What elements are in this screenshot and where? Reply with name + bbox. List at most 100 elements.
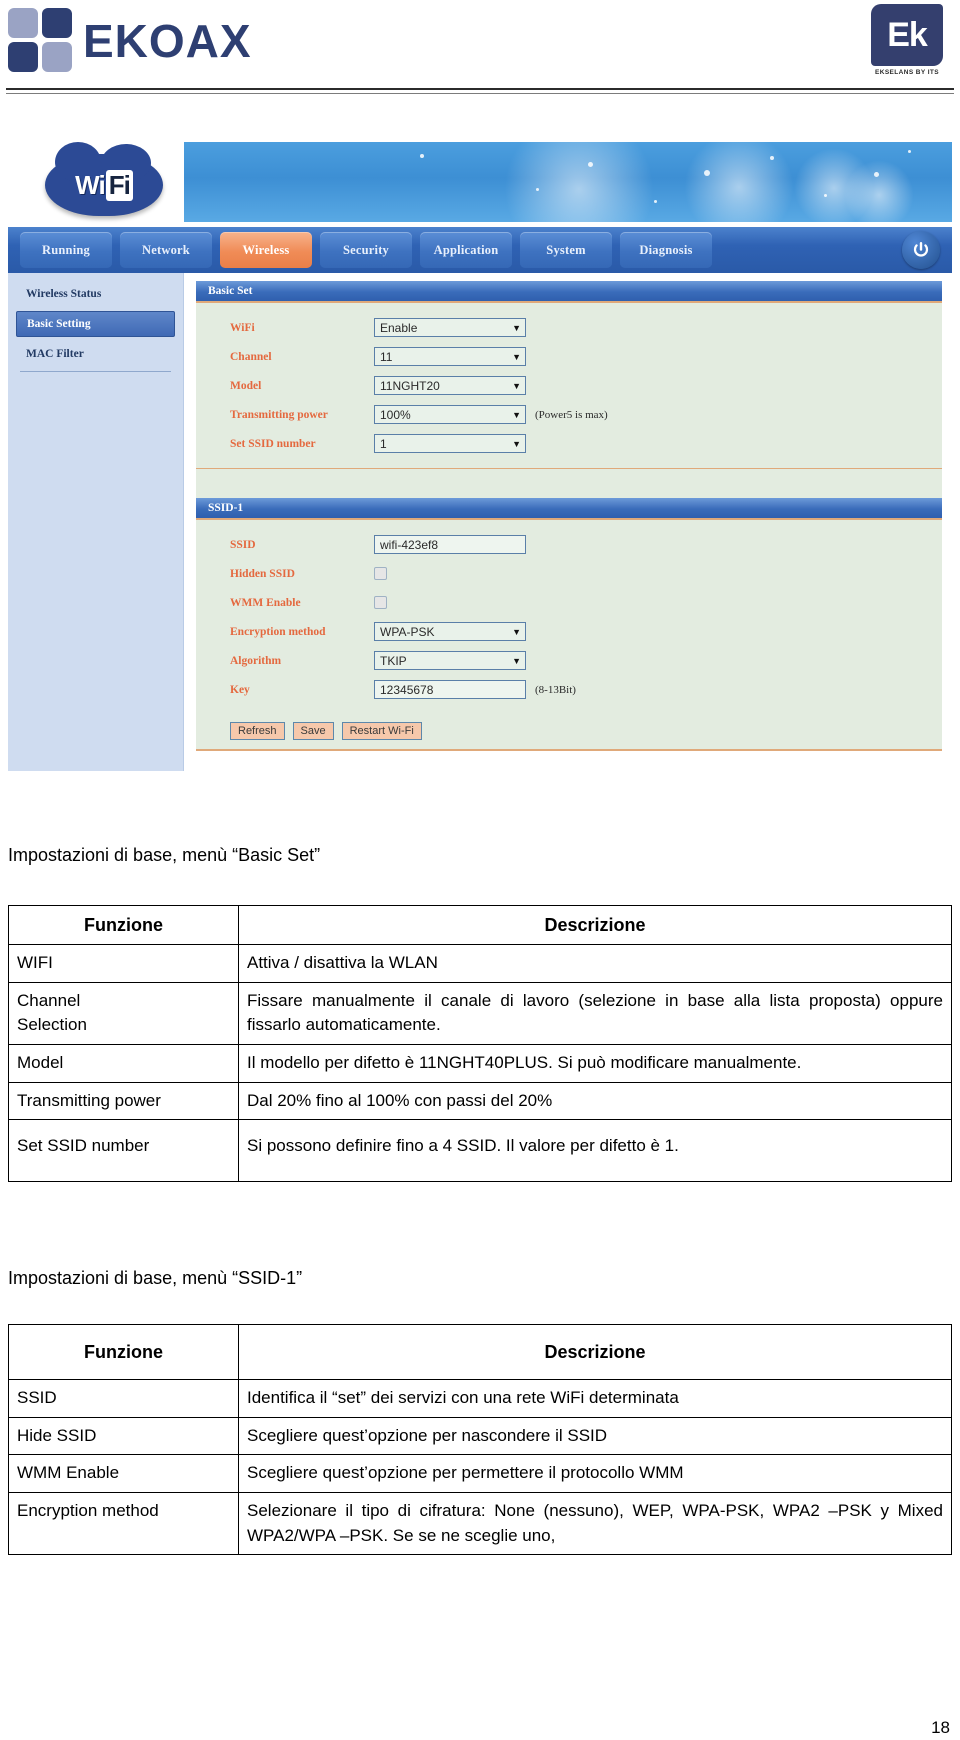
ssid-input[interactable]: wifi-423ef8	[374, 535, 526, 554]
field-label: Algorithm	[230, 654, 282, 667]
cell-funzione: Model	[8, 1044, 239, 1083]
field-label: Set SSID number	[230, 437, 316, 450]
table-ssid-1: Funzione Descrizione SSID Identifica il …	[8, 1323, 952, 1556]
panel-title-ssid-1: SSID-1	[196, 498, 942, 520]
wifi-logo-icon: Wi Fi	[45, 142, 165, 218]
transmitting-power-note: (Power5 is max)	[535, 408, 608, 421]
hidden-ssid-checkbox[interactable]	[374, 567, 387, 580]
field-row-key: Key 12345678 (8-13Bit)	[196, 675, 942, 704]
wifi-logo-fi: Fi	[105, 169, 133, 201]
ek-logo-text: Ek	[887, 16, 928, 54]
field-row-hidden-ssid: Hidden SSID	[196, 559, 942, 588]
cell-funzione: WIFI	[8, 944, 239, 983]
encryption-method-select[interactable]: WPA-PSK ▼	[374, 622, 526, 641]
nav-item-network[interactable]: Network	[120, 232, 212, 268]
ek-badge-icon: Ek	[871, 4, 943, 66]
sidebar-label: Wireless Status	[26, 288, 102, 300]
sidebar-label: Basic Setting	[27, 318, 91, 330]
nav-label: Security	[342, 242, 390, 257]
nav-label: Network	[142, 242, 190, 257]
table-row: Channel Selection Fissare manualmente il…	[8, 981, 952, 1046]
col-header-descrizione: Descrizione	[238, 1323, 952, 1381]
cell-descrizione: Identifica il “set” dei servizi con una …	[238, 1379, 952, 1418]
nav-item-system[interactable]: System	[520, 232, 612, 268]
chevron-down-icon: ▼	[512, 626, 521, 637]
save-button[interactable]: Save	[292, 722, 334, 740]
decorative-banner	[184, 142, 952, 222]
cell-funzione: Encryption method	[8, 1492, 239, 1556]
cell-descrizione: Si possono definire fino a 4 SSID. Il va…	[238, 1119, 952, 1182]
refresh-button[interactable]: Refresh	[230, 722, 285, 740]
field-label: Channel	[230, 350, 272, 363]
table-row: Set SSID number Si possono definire fino…	[8, 1119, 952, 1182]
table-row: WIFI Attiva / disattiva la WLAN	[8, 944, 952, 983]
ek-logo-subtitle: EKSELANS BY ITS	[874, 69, 940, 76]
table-row: SSID Identifica il “set” dei servizi con…	[8, 1379, 952, 1418]
set-ssid-number-select[interactable]: 1 ▼	[374, 434, 526, 453]
sidebar-item-basic-setting[interactable]: Basic Setting	[16, 311, 175, 337]
cell-funzione: SSID	[8, 1379, 239, 1418]
button-label: Save	[300, 725, 326, 737]
chevron-down-icon: ▼	[512, 322, 521, 333]
wifi-select[interactable]: Enable ▼	[374, 318, 526, 337]
table-header-row: Funzione Descrizione	[8, 1323, 952, 1381]
nav-item-diagnosis[interactable]: Diagnosis	[620, 232, 712, 268]
header-divider	[6, 88, 954, 90]
select-value: 11NGHT20	[380, 378, 440, 393]
cell-descrizione: Selezionare il tipo di cifratura: None (…	[238, 1492, 952, 1556]
field-row-model: Model 11NGHT20 ▼	[196, 371, 942, 400]
field-row-encryption-method: Encryption method WPA-PSK ▼	[196, 617, 942, 646]
table-row: WMM Enable Scegliere quest’opzione per p…	[8, 1454, 952, 1494]
sidebar-item-wireless-status[interactable]: Wireless Status	[16, 281, 175, 307]
select-value: 1	[380, 436, 387, 451]
field-row-wifi: WiFi Enable ▼	[196, 313, 942, 342]
cell-descrizione: Il modello per difetto è 11NGHT40PLUS. S…	[238, 1044, 952, 1083]
wmm-enable-checkbox[interactable]	[374, 596, 387, 609]
cell-descrizione: Attiva / disattiva la WLAN	[238, 944, 952, 983]
algorithm-select[interactable]: TKIP ▼	[374, 651, 526, 670]
select-value: TKIP	[380, 653, 407, 668]
field-label: Key	[230, 683, 250, 696]
field-label: SSID	[230, 538, 256, 551]
power-icon[interactable]	[902, 231, 940, 269]
field-row-ssid: SSID wifi-423ef8	[196, 530, 942, 559]
field-row-transmitting-power: Transmitting power 100% ▼ (Power5 is max…	[196, 400, 942, 429]
caption-ssid-1: Impostazioni di base, menù “SSID-1”	[8, 1268, 952, 1289]
cell-funzione: Set SSID number	[8, 1119, 239, 1182]
page-number: 18	[931, 1718, 950, 1737]
nav-item-wireless[interactable]: Wireless	[220, 232, 312, 268]
nav-item-running[interactable]: Running	[20, 232, 112, 268]
field-row-set-ssid-number: Set SSID number 1 ▼	[196, 429, 942, 458]
select-value: WPA-PSK	[380, 624, 435, 639]
cell-funzione: Transmitting power	[8, 1081, 239, 1121]
nav-item-security[interactable]: Security	[320, 232, 412, 268]
table-row: Encryption method Selezionare il tipo di…	[8, 1492, 952, 1556]
cell-funzione: Channel Selection	[8, 981, 239, 1046]
table-header-row: Funzione Descrizione	[8, 904, 952, 946]
wifi-logo-wi: Wi	[75, 169, 106, 200]
nav-item-application[interactable]: Application	[420, 232, 512, 268]
model-select[interactable]: 11NGHT20 ▼	[374, 376, 526, 395]
caption-text: Impostazioni di base, menù “Basic Set”	[8, 845, 321, 865]
transmitting-power-select[interactable]: 100% ▼	[374, 405, 526, 424]
router-banner-area: Wi Fi	[8, 132, 952, 227]
caption-text: Impostazioni di base, menù “SSID-1”	[8, 1268, 303, 1288]
select-value: Enable	[380, 320, 418, 335]
sidebar-item-mac-filter[interactable]: MAC Filter	[16, 341, 175, 367]
restart-wifi-button[interactable]: Restart Wi-Fi	[341, 722, 422, 740]
panel-spacer	[196, 468, 942, 498]
key-input[interactable]: 12345678	[374, 680, 526, 699]
cell-descrizione: Dal 20% fino al 100% con passi del 20%	[238, 1081, 952, 1121]
cell-descrizione: Scegliere quest’opzione per nascondere i…	[238, 1416, 952, 1456]
cell-funzione: Hide SSID	[8, 1416, 239, 1456]
panel-title-text: Basic Set	[208, 285, 253, 297]
field-label: Transmitting power	[230, 408, 328, 421]
field-row-channel: Channel 11 ▼	[196, 342, 942, 371]
brand-name: EKOAX	[83, 15, 252, 67]
field-row-wmm-enable: WMM Enable	[196, 588, 942, 617]
chevron-down-icon: ▼	[512, 409, 521, 420]
ssid1-fields: SSID wifi-423ef8 Hidden SSID WMM Enable …	[196, 520, 942, 714]
channel-select[interactable]: 11 ▼	[374, 347, 526, 366]
field-label: Hidden SSID	[230, 567, 295, 580]
panel-title-basic-set: Basic Set	[196, 281, 942, 303]
